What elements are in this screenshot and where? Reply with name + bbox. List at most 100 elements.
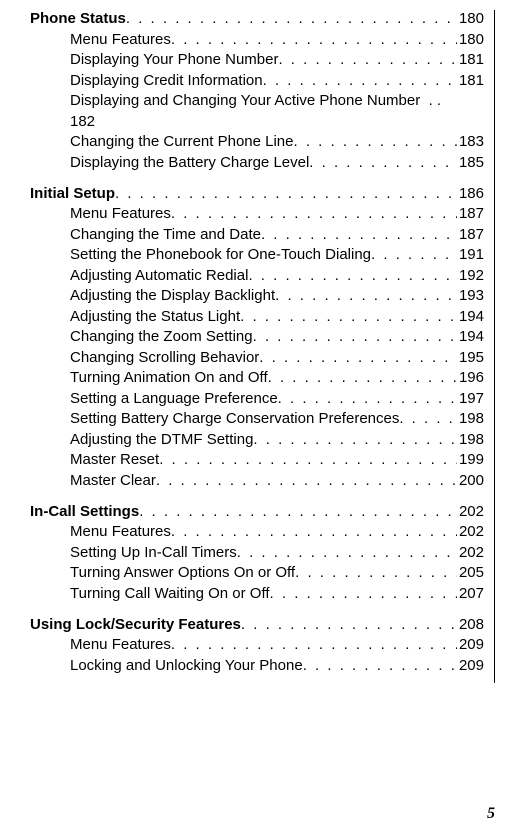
toc-item: Turning Animation On and Off 196 (30, 369, 484, 386)
toc-item: Turning Answer Options On or Off 205 (30, 564, 484, 581)
toc-item: Master Clear200 (30, 472, 484, 489)
toc-section-label: Initial Setup (30, 185, 115, 202)
toc-item: Setting the Phonebook for One-Touch Dial… (30, 246, 484, 263)
toc-item-page: 187 (457, 205, 484, 222)
toc-item-label: Turning Answer Options On or Off (70, 564, 295, 581)
toc-dots (303, 657, 457, 674)
toc-dots (263, 72, 457, 89)
toc-item-page: 202 (457, 523, 484, 540)
toc-item-page: 194 (457, 328, 484, 345)
toc-item-page: 180 (457, 31, 484, 48)
toc-item: Changing the Current Phone Line183 (30, 133, 484, 150)
toc-item-page: 198 (457, 431, 484, 448)
toc-dots (278, 51, 457, 68)
toc-content: Phone Status 180 Menu Features 180 Displayin… (30, 10, 495, 683)
toc-item-label: Turning Animation On and Off (70, 369, 268, 386)
toc-dots (240, 308, 457, 325)
toc-item: Changing the Zoom Setting 194 (30, 328, 484, 345)
toc-item-label: Menu Features (70, 636, 171, 653)
page-number: 5 (487, 805, 495, 823)
toc-dots (253, 431, 457, 448)
toc-item-page: 207 (457, 585, 484, 602)
toc-item-label: Changing the Current Phone Line (70, 133, 294, 150)
toc-item: Menu Features 187 (30, 205, 484, 222)
toc-item-label: Menu Features (70, 205, 171, 222)
toc-item: Adjusting Automatic Redial 192 (30, 267, 484, 284)
toc-item-label: Displaying the Battery Charge Level (70, 154, 309, 171)
toc-item-label: Displaying and Changing Your Active Phon… (70, 92, 420, 109)
toc-item-label: Setting a Language Preference (70, 390, 278, 407)
toc-item-page: 209 (457, 636, 484, 653)
toc-item-label: Displaying Credit Information (70, 72, 263, 89)
toc-item-label: Changing the Zoom Setting (70, 328, 253, 345)
toc-item-page: 195 (457, 349, 484, 366)
toc-dots (171, 205, 457, 222)
toc-item: Displaying and Changing Your Active Phon… (30, 92, 484, 109)
toc-item-label: Setting the Phonebook for One-Touch Dial… (70, 246, 371, 263)
toc-item: Locking and Unlocking Your Phone 209 (30, 657, 484, 674)
toc-item: Master Reset 199 (30, 451, 484, 468)
toc-item-page: 192 (457, 267, 484, 284)
toc-item-label: Changing Scrolling Behavior (70, 349, 259, 366)
toc-item-label: Setting Up In-Call Timers (70, 544, 237, 561)
toc-item: Menu Features 202 (30, 523, 484, 540)
toc-item-page: 199 (457, 451, 484, 468)
toc-item-label: Adjusting Automatic Redial (70, 267, 248, 284)
toc-dots (139, 503, 457, 520)
toc-item-page: 191 (457, 246, 484, 263)
toc-item-label: Menu Features (70, 31, 171, 48)
toc-item-page: 198 (457, 410, 484, 427)
toc-section-page: 208 (457, 616, 484, 633)
toc-dots (241, 616, 457, 633)
toc-item-page: 185 (457, 154, 484, 171)
toc-dots (371, 246, 457, 263)
toc-dots (115, 185, 457, 202)
toc-item-page: 187 (457, 226, 484, 243)
toc-item: Setting a Language Preference 197 (30, 390, 484, 407)
toc-item: Adjusting the Status Light194 (30, 308, 484, 325)
toc-dots (261, 226, 457, 243)
toc-item-page: 205 (457, 564, 484, 581)
toc-dots (171, 636, 457, 653)
toc-dots (295, 564, 457, 581)
toc-section: Using Lock/Security Features208 (30, 616, 484, 633)
toc-section-page: 202 (457, 503, 484, 520)
toc-item-label: Turning Call Waiting On or Off (70, 585, 270, 602)
toc-item-label: Displaying Your Phone Number (70, 51, 278, 68)
toc-item: Setting Battery Charge Conservation Pref… (30, 410, 484, 427)
toc-item-page: 200 (457, 472, 484, 489)
toc-item: Menu Features 209 (30, 636, 484, 653)
toc-item: Adjusting the DTMF Setting 198 (30, 431, 484, 448)
toc-item-page: 196 (457, 369, 484, 386)
toc-section-page: 180 (457, 10, 484, 27)
toc-section: In-Call Settings 202 (30, 503, 484, 520)
toc-dots (253, 328, 457, 345)
toc-item-label: Adjusting the DTMF Setting (70, 431, 253, 448)
toc-item-page: 209 (457, 657, 484, 674)
toc-dots (294, 133, 457, 150)
toc-dots (248, 267, 457, 284)
toc-item-label: Changing the Time and Date (70, 226, 261, 243)
toc-dots (268, 369, 457, 386)
toc-section-page: 186 (457, 185, 484, 202)
toc-item-page: 181 (457, 72, 484, 89)
toc-section-label: In-Call Settings (30, 503, 139, 520)
toc-item: Changing the Time and Date 187 (30, 226, 484, 243)
toc-item: Setting Up In-Call Timers 202 (30, 544, 484, 561)
toc-item: Adjusting the Display Backlight193 (30, 287, 484, 304)
toc-dots (278, 390, 457, 407)
toc-dots: . . (420, 92, 441, 109)
toc-item-label: Menu Features (70, 523, 171, 540)
toc-item-label: Locking and Unlocking Your Phone (70, 657, 303, 674)
toc-item-label: Adjusting the Display Backlight (70, 287, 275, 304)
toc-section-label: Phone Status (30, 10, 126, 27)
toc-item-label: Adjusting the Status Light (70, 308, 240, 325)
toc-item-page: 202 (457, 544, 484, 561)
toc-item-page: 197 (457, 390, 484, 407)
toc-item-page: 181 (457, 51, 484, 68)
toc-dots (399, 410, 457, 427)
toc-item-label: Master Reset (70, 451, 159, 468)
toc-item: Menu Features 180 (30, 31, 484, 48)
toc-item-page: 182 (70, 113, 95, 130)
toc-item: Displaying Credit Information 181 (30, 72, 484, 89)
